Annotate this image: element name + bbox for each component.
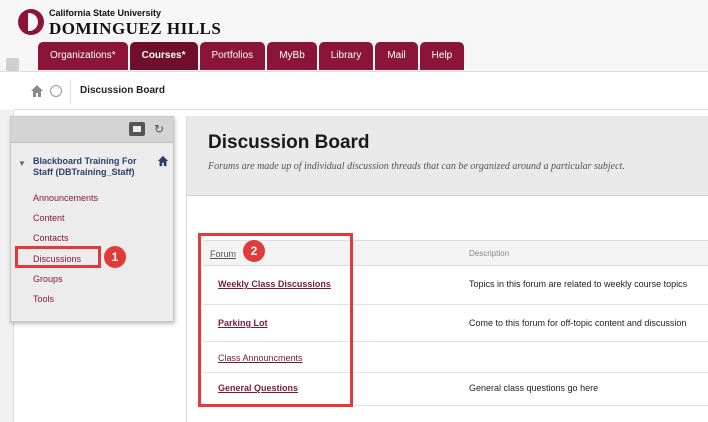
menu-item-groups[interactable]: Groups [33,274,63,284]
callout-badge-1: 1 [104,246,126,268]
tab-mybb[interactable]: MyBb [267,42,317,70]
tab-courses[interactable]: Courses* [129,42,198,70]
menu-item-contacts[interactable]: Contacts [33,233,69,243]
course-menu: ↻ ▼ Blackboard Training For Staff (DBTra… [10,116,174,322]
site-header: California State University DOMINGUEZ HI… [0,0,708,72]
breadcrumb: Discussion Board [14,74,708,110]
tab-help[interactable]: Help [419,42,465,70]
course-home-icon[interactable] [157,155,169,167]
university-logo[interactable]: California State University DOMINGUEZ HI… [18,8,221,44]
top-nav-tabs: Organizations* Courses* Portfolios MyBb … [38,42,466,70]
forum-description: General class questions go here [469,383,599,393]
callout-box-forums [198,233,353,407]
forum-description: Topics in this forum are related to week… [469,279,688,289]
tab-mail[interactable]: Mail [375,42,418,70]
callout-badge-2: 2 [243,240,265,262]
column-header-description: Description [469,249,510,258]
forum-description: Come to this forum for off-topic content… [469,318,687,328]
breadcrumb-current: Discussion Board [80,85,166,96]
display-mode-icon[interactable] [129,122,145,136]
tab-portfolios[interactable]: Portfolios [199,42,266,70]
page-title: Discussion Board [208,132,370,153]
page-header: Discussion Board Forums are made up of i… [187,116,708,196]
course-title-row: ▼ Blackboard Training For Staff (DBTrain… [11,153,173,191]
tab-organizations[interactable]: Organizations* [38,42,128,70]
course-menu-toolbar: ↻ [11,117,173,143]
logo-line-1: California State University [49,8,162,18]
collapse-triangle-icon[interactable]: ▼ [18,159,26,168]
course-title[interactable]: Blackboard Training For Staff (DBTrainin… [33,156,153,178]
tab-library[interactable]: Library [318,42,374,70]
page-subtitle: Forums are made up of individual discuss… [208,161,625,172]
callout-box-discussions [15,246,101,268]
menu-item-content[interactable]: Content [33,213,65,223]
logo-line-2: DOMINGUEZ HILLS [49,19,222,38]
breadcrumb-menu-icon[interactable] [50,85,62,97]
home-icon[interactable] [30,84,44,98]
refresh-icon[interactable]: ↻ [151,121,167,137]
logo-mark-icon [18,9,44,35]
breadcrumb-divider [70,80,71,104]
menu-item-announcements[interactable]: Announcements [33,193,98,203]
edit-icon[interactable] [6,58,19,71]
menu-item-tools[interactable]: Tools [33,294,54,304]
